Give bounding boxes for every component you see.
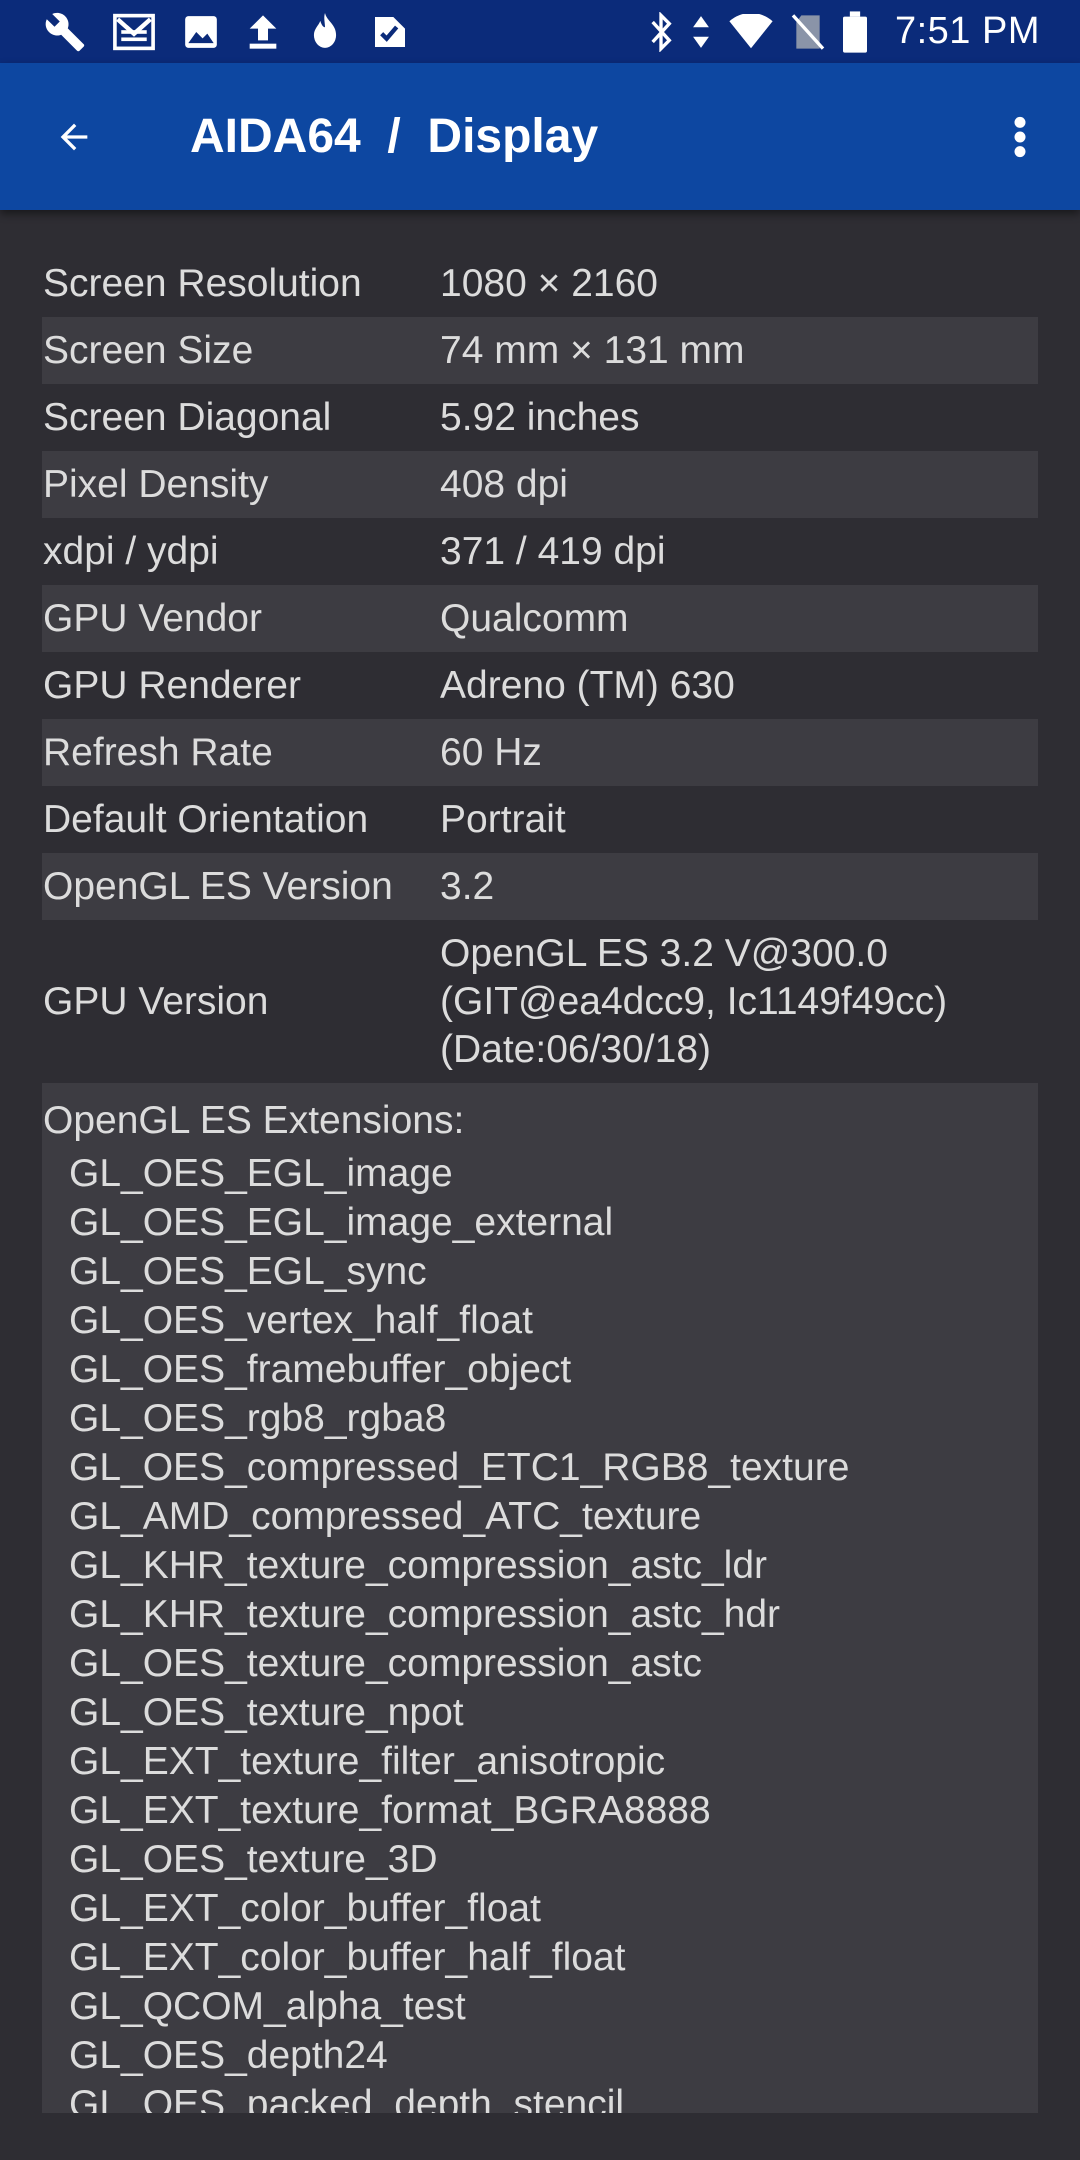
info-value: Portrait [440,797,566,841]
info-value: 371 / 419 dpi [440,529,666,573]
flame-icon [306,11,344,53]
list-item: GL_EXT_texture_filter_anisotropic [69,1740,666,1783]
info-row-screen-size: Screen Size 74 mm × 131 mm [42,317,1038,384]
list-item: GL_OES_texture_npot [69,1691,464,1734]
info-row-opengl-es-version: OpenGL ES Version 3.2 [42,853,1038,920]
status-bar: 7:51 PM [0,0,1080,63]
arrow-back-icon [60,123,88,151]
list-item: GL_OES_framebuffer_object [69,1348,572,1391]
back-button[interactable] [40,103,108,171]
info-row-pixel-density: Pixel Density 408 dpi [42,451,1038,518]
info-row-screen-resolution: Screen Resolution 1080 × 2160 [42,250,1038,317]
no-sim-icon [791,12,825,52]
info-row-gpu-vendor: GPU Vendor Qualcomm [42,585,1038,652]
image-icon [182,13,220,51]
list-item: GL_EXT_color_buffer_float [69,1887,541,1930]
info-value: Qualcomm [440,596,629,640]
info-value: 408 dpi [440,462,568,506]
list-item: GL_OES_rgb8_rgba8 [69,1397,447,1440]
list-item: GL_OES_depth24 [69,2034,388,2077]
more-vertical-icon [1014,116,1026,158]
info-value: 74 mm × 131 mm [440,328,745,372]
list-item: GL_KHR_texture_compression_astc_hdr [69,1593,781,1636]
wrench-icon [44,11,86,53]
list-item: GL_OES_EGL_image [69,1152,453,1195]
info-value: 60 Hz [440,730,542,774]
info-label: GPU Vendor [43,596,262,640]
list-item: GL_OES_EGL_image_external [69,1201,614,1244]
list-item: GL_OES_texture_3D [69,1838,438,1881]
gmail-icon [112,12,156,52]
info-row-gpu-version: GPU Version OpenGL ES 3.2 V@300.0 (GIT@e… [42,920,1038,1083]
wifi-icon [729,13,773,50]
list-item: GL_OES_compressed_ETC1_RGB8_texture [69,1446,850,1489]
info-label: xdpi / ydpi [43,529,219,573]
list-item: GL_OES_EGL_sync [69,1250,427,1293]
info-value: 1080 × 2160 [440,261,658,305]
info-value: Adreno (TM) 630 [440,663,735,707]
info-label: Screen Size [43,328,254,372]
list-item: GL_OES_packed_depth_stencil [69,2083,625,2113]
notification-icons [44,11,436,53]
page-title: AIDA64 / Display [190,110,599,163]
list-item: GL_QCOM_alpha_test [69,1985,466,2028]
list-item: GL_KHR_texture_compression_astc_ldr [69,1544,768,1587]
opengl-extensions-section: OpenGL ES Extensions: GL_OES_EGL_image G… [42,1083,1038,2113]
check-document-icon [370,12,410,52]
info-label: Refresh Rate [43,730,273,774]
extensions-list: GL_OES_EGL_image GL_OES_EGL_image_extern… [42,1149,1038,2113]
info-value: 5.92 inches [440,395,640,439]
bluetooth-icon [649,11,673,52]
info-row-default-orientation: Default Orientation Portrait [42,786,1038,853]
info-row-xdpi-ydpi: xdpi / ydpi 371 / 419 dpi [42,518,1038,585]
info-label: Pixel Density [43,462,269,506]
info-label: OpenGL ES Version [43,864,393,908]
app-bar: AIDA64 / Display [0,63,1080,210]
display-info-list[interactable]: Screen Resolution 1080 × 2160 Screen Siz… [42,250,1038,2113]
list-item: GL_OES_vertex_half_float [69,1299,533,1342]
info-value: OpenGL ES 3.2 V@300.0 (GIT@ea4dcc9, Ic11… [440,931,948,1071]
info-label: GPU Renderer [43,663,301,707]
system-icons: 7:51 PM [631,10,1040,53]
overflow-menu-button[interactable] [990,103,1050,171]
info-row-refresh-rate: Refresh Rate 60 Hz [42,719,1038,786]
list-item: GL_EXT_color_buffer_half_float [69,1936,626,1979]
extensions-title: OpenGL ES Extensions: [43,1099,465,1142]
info-row-gpu-renderer: GPU Renderer Adreno (TM) 630 [42,652,1038,719]
list-item: GL_EXT_texture_format_BGRA8888 [69,1789,711,1832]
info-label: Default Orientation [43,797,369,841]
clock-time: 7:51 PM [894,10,1040,52]
list-item: GL_OES_texture_compression_astc [69,1642,702,1685]
info-row-screen-diagonal: Screen Diagonal 5.92 inches [42,384,1038,451]
info-label: Screen Diagonal [43,395,332,439]
battery-icon [842,10,867,53]
info-value: 3.2 [440,864,495,908]
info-label: GPU Version [43,979,269,1023]
list-item: GL_AMD_compressed_ATC_texture [69,1495,702,1538]
info-label: Screen Resolution [43,261,362,305]
data-arrows-icon [691,13,711,51]
upload-icon [246,12,280,52]
